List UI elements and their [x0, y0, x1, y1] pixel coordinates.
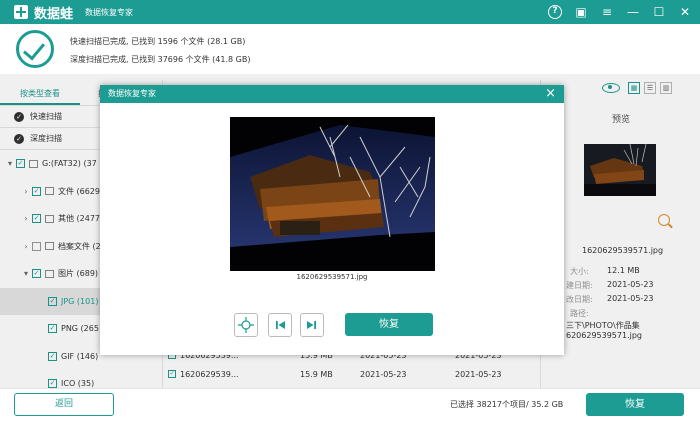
- dialog-recover-button[interactable]: 恢复: [345, 313, 433, 336]
- title-bar: 数据蛙 数据恢复专家 ? ▣ ≡ — ☐ ✕: [0, 0, 700, 24]
- quick-scan-result: 快速扫描已完成, 已找到 1596 个文件 (28.1 GB): [70, 37, 246, 46]
- next-icon[interactable]: [300, 313, 324, 337]
- dialog-close-icon[interactable]: ×: [545, 85, 556, 103]
- deep-scan-result: 深度扫描已完成, 已找到 37696 个文件 (41.8 GB): [70, 55, 251, 64]
- close-window-icon[interactable]: ✕: [678, 5, 692, 19]
- preview-dialog: 数据恢复专家 × 1620629539571.jpg 恢复: [100, 85, 564, 355]
- minimize-icon[interactable]: —: [626, 5, 640, 19]
- fit-to-screen-icon[interactable]: [234, 313, 258, 337]
- scan-summary: 快速扫描已完成, 已找到 1596 个文件 (28.1 GB) 深度扫描已完成,…: [0, 24, 700, 74]
- save-icon[interactable]: ▣: [574, 5, 588, 19]
- maximize-icon[interactable]: ☐: [652, 5, 666, 19]
- help-icon[interactable]: ?: [548, 5, 562, 19]
- app-logo-icon: [14, 5, 28, 19]
- preview-image: [230, 117, 435, 271]
- back-button[interactable]: 返回: [14, 393, 114, 416]
- dialog-file-name: 1620629539571.jpg: [296, 273, 368, 281]
- dialog-title: 数据恢复专家: [108, 89, 156, 98]
- footer: 返回 已选择 38217个项目/ 35.2 GB 恢复: [0, 388, 700, 428]
- selection-summary: 已选择 38217个项目/ 35.2 GB: [450, 400, 564, 409]
- app-name: 数据蛙: [34, 6, 74, 22]
- scan-complete-check-icon: [16, 30, 54, 68]
- previous-icon[interactable]: [268, 313, 292, 337]
- menu-icon[interactable]: ≡: [600, 5, 614, 19]
- app-subtitle: 数据恢复专家: [85, 7, 134, 17]
- recover-button[interactable]: 恢复: [586, 393, 684, 416]
